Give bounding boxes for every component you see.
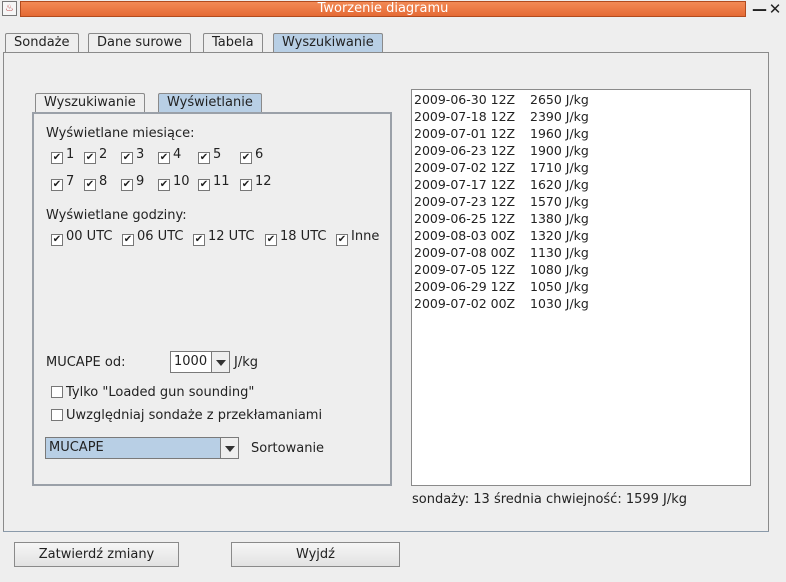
- checkbox-checked-icon: ✔: [193, 234, 205, 246]
- hours-label: Wyświetlane godziny:: [46, 208, 187, 223]
- hour-checkbox-12[interactable]: ✔ 12 UTC: [193, 229, 254, 246]
- list-item[interactable]: 2009-06-30 12Z 2650 J/kg: [414, 91, 589, 108]
- checkbox-checked-icon: ✔: [265, 234, 277, 246]
- month-checkbox-9[interactable]: ✔ 9: [121, 174, 144, 191]
- list-item[interactable]: 2009-06-25 12Z 1380 J/kg: [414, 210, 589, 227]
- month-checkbox-4[interactable]: ✔ 4: [158, 147, 181, 164]
- tab-inner-wyszukiwanie[interactable]: Wyszukiwanie: [35, 93, 145, 113]
- month-checkbox-1[interactable]: ✔ 1: [51, 147, 74, 164]
- hour-checkbox-18[interactable]: ✔ 18 UTC: [265, 229, 326, 246]
- window-title: Tworzenie diagramu: [20, 1, 746, 17]
- months-label: Wyświetlane miesiące:: [46, 126, 195, 141]
- sort-label: Sortowanie: [251, 441, 325, 456]
- checkbox-checked-icon: ✔: [198, 152, 210, 164]
- sort-field-select[interactable]: MUCAPE: [45, 437, 239, 459]
- list-item[interactable]: 2009-07-18 12Z 2390 J/kg: [414, 108, 589, 125]
- checkbox-checked-icon: ✔: [51, 179, 63, 191]
- minimize-icon[interactable]: —: [752, 0, 767, 18]
- month-checkbox-10[interactable]: ✔ 10: [158, 174, 190, 191]
- list-item[interactable]: 2009-06-29 12Z 1050 J/kg: [414, 278, 589, 295]
- mucape-unit: J/kg: [234, 355, 258, 370]
- month-checkbox-2[interactable]: ✔ 2: [84, 147, 107, 164]
- checkbox-checked-icon: ✔: [158, 152, 170, 164]
- checkbox-checked-icon: ✔: [84, 152, 96, 164]
- mucape-threshold-select[interactable]: 1000: [170, 351, 230, 373]
- checkbox-checked-icon: ✔: [51, 234, 63, 246]
- checkbox-checked-icon: ✔: [158, 179, 170, 191]
- panel-divider: [3, 529, 769, 532]
- checkbox-checked-icon: ✔: [240, 179, 252, 191]
- checkbox-checked-icon: ✔: [336, 234, 348, 246]
- month-checkbox-11[interactable]: ✔ 11: [198, 174, 230, 191]
- results-summary: sondaży: 13 średnia chwiejność: 1599 J/k…: [412, 492, 688, 507]
- month-checkbox-3[interactable]: ✔ 3: [121, 147, 144, 164]
- title-bar: ♨ Tworzenie diagramu — ✕: [0, 0, 786, 19]
- list-item[interactable]: 2009-07-08 00Z 1130 J/kg: [414, 244, 589, 261]
- confirm-changes-button[interactable]: Zatwierdź zmiany: [14, 542, 179, 567]
- month-checkbox-12[interactable]: ✔ 12: [240, 174, 272, 191]
- checkbox-checked-icon: ✔: [122, 234, 134, 246]
- list-item[interactable]: 2009-07-17 12Z 1620 J/kg: [414, 176, 589, 193]
- tab-inner-wyswietlanie[interactable]: Wyświetlanie: [158, 93, 262, 113]
- checkbox-unchecked-icon: [51, 386, 63, 398]
- app-icon[interactable]: ♨: [2, 1, 17, 16]
- checkbox-checked-icon: ✔: [240, 152, 252, 164]
- month-checkbox-5[interactable]: ✔ 5: [198, 147, 221, 164]
- mucape-label: MUCAPE od:: [46, 355, 126, 370]
- exit-button[interactable]: Wyjdź: [231, 542, 400, 567]
- tab-wyszukiwanie[interactable]: Wyszukiwanie: [273, 33, 383, 53]
- checkbox-checked-icon: ✔: [51, 152, 63, 164]
- checkbox-checked-icon: ✔: [198, 179, 210, 191]
- results-list[interactable]: 2009-06-30 12Z 2650 J/kg 2009-07-18 12Z 23…: [411, 89, 751, 486]
- chevron-down-icon[interactable]: [211, 352, 229, 372]
- list-item[interactable]: 2009-07-01 12Z 1960 J/kg: [414, 125, 589, 142]
- loaded-gun-checkbox[interactable]: Tylko "Loaded gun sounding": [51, 385, 254, 401]
- month-checkbox-6[interactable]: ✔ 6: [240, 147, 263, 164]
- checkbox-checked-icon: ✔: [121, 152, 133, 164]
- close-icon[interactable]: ✕: [768, 0, 782, 18]
- checkbox-checked-icon: ✔: [121, 179, 133, 191]
- tab-dane-surowe[interactable]: Dane surowe: [88, 33, 192, 53]
- checkbox-checked-icon: ✔: [84, 179, 96, 191]
- include-bad-soundings-checkbox[interactable]: Uwzględniaj sondaże z przekłamaniami: [51, 408, 322, 424]
- list-item[interactable]: 2009-07-23 12Z 1570 J/kg: [414, 193, 589, 210]
- list-item[interactable]: 2009-07-02 12Z 1710 J/kg: [414, 159, 589, 176]
- tab-tabela[interactable]: Tabela: [203, 33, 263, 53]
- hour-checkbox-other[interactable]: ✔ Inne: [336, 229, 379, 246]
- list-item[interactable]: 2009-06-23 12Z 1900 J/kg: [414, 142, 589, 159]
- tab-sondaze[interactable]: Sondaże: [5, 33, 79, 53]
- list-item[interactable]: 2009-07-05 12Z 1080 J/kg: [414, 261, 589, 278]
- month-checkbox-8[interactable]: ✔ 8: [84, 174, 107, 191]
- chevron-down-icon[interactable]: [220, 438, 238, 458]
- display-settings-panel: [32, 112, 392, 486]
- list-item[interactable]: 2009-07-02 00Z 1030 J/kg: [414, 295, 589, 312]
- month-checkbox-7[interactable]: ✔ 7: [51, 174, 74, 191]
- list-item[interactable]: 2009-08-03 00Z 1320 J/kg: [414, 227, 589, 244]
- hour-checkbox-00[interactable]: ✔ 00 UTC: [51, 229, 112, 246]
- checkbox-unchecked-icon: [51, 409, 63, 421]
- hour-checkbox-06[interactable]: ✔ 06 UTC: [122, 229, 183, 246]
